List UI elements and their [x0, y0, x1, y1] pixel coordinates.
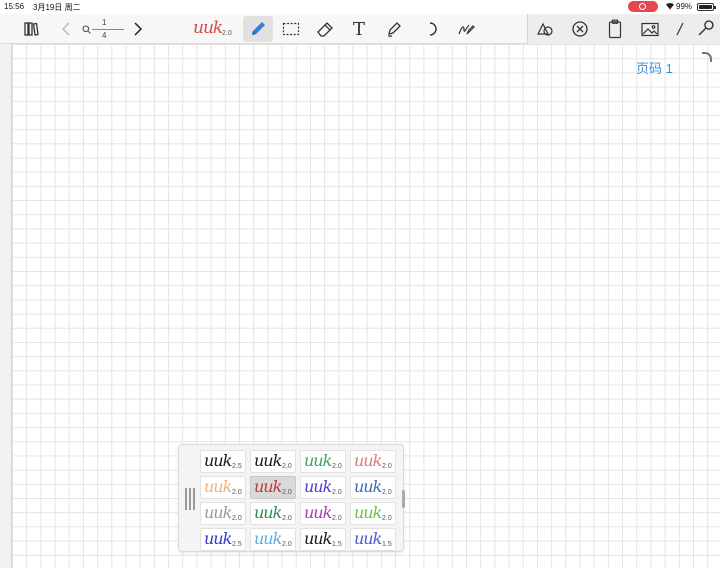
pen-swatch-size: 2.5: [232, 463, 242, 470]
pen-swatch-stroke: uuk: [204, 451, 232, 470]
screen-recording-icon[interactable]: [628, 1, 658, 12]
battery-icon: [697, 3, 716, 11]
undo-icon[interactable]: [424, 16, 442, 42]
status-time: 15:56: [4, 2, 25, 11]
pen-swatch-size: 2.0: [232, 489, 242, 496]
notes-app: 15:56 3月19日 周二 99% 1 4 uuk 2.0 T 页码 1 uu…: [0, 0, 720, 568]
battery-percent: 99%: [676, 2, 693, 11]
pen-swatch[interactable]: uuk 1.5: [300, 528, 346, 551]
status-bar: 15:56 3月19日 周二 99%: [0, 0, 720, 14]
pen-swatch[interactable]: uuk 2.0: [200, 476, 246, 499]
pen-swatch[interactable]: uuk 2.0: [250, 476, 296, 499]
pen-swatch-stroke: uuk: [304, 529, 332, 548]
pen-swatch[interactable]: uuk 2.0: [300, 450, 346, 473]
total-pages: 4: [102, 31, 107, 40]
pen-swatch-stroke: uuk: [254, 451, 282, 470]
image-icon[interactable]: [638, 16, 662, 42]
forward-icon[interactable]: [130, 16, 146, 42]
pen-swatch-stroke: uuk: [354, 451, 382, 470]
pen-swatch-size: 1.5: [382, 541, 392, 548]
pen-swatch-size: 2.0: [282, 541, 292, 548]
pen-swatch[interactable]: uuk 2.0: [350, 476, 396, 499]
status-date: 3月19日 周二: [33, 3, 81, 12]
pen-swatch-size: 2.5: [232, 541, 242, 548]
ruler-icon[interactable]: [673, 16, 687, 42]
text-icon[interactable]: T: [348, 16, 370, 42]
back-icon[interactable]: [58, 16, 74, 42]
pen-swatch-size: 2.0: [382, 463, 392, 470]
pen-palette: uuk 2.5 uuk 2.0 uuk 2.0 uuk 2.0 uuk 2.0 uuk 2.0 uuk 2…: [178, 444, 405, 552]
pen-swatch[interactable]: uuk 2.0: [350, 502, 396, 525]
pen-swatch[interactable]: uuk 2.0: [250, 502, 296, 525]
pen-swatch[interactable]: uuk 2.0: [250, 528, 296, 551]
pen-swatch[interactable]: uuk 1.5: [350, 528, 396, 551]
wifi-icon: [665, 1, 675, 12]
page-indicator[interactable]: 1 4: [82, 17, 128, 41]
pen-swatch-size: 2.0: [382, 515, 392, 522]
pen-swatch-stroke: uuk: [354, 477, 382, 496]
current-page: 1: [102, 18, 107, 27]
pen-swatch[interactable]: uuk 2.0: [300, 502, 346, 525]
pen-swatch-size: 2.0: [282, 515, 292, 522]
clipboard-icon[interactable]: [603, 16, 627, 42]
page-number-label: 页码 1: [636, 61, 673, 76]
eraser-icon[interactable]: [313, 16, 337, 42]
left-rail: [0, 44, 12, 568]
pen-swatch[interactable]: uuk 2.0: [250, 450, 296, 473]
pen-swatch-size: 2.0: [282, 489, 292, 496]
pen-swatch-size: 2.0: [332, 515, 342, 522]
pen-preview-size: 2.0: [222, 30, 232, 37]
pen-swatch-stroke: uuk: [254, 503, 282, 522]
page-divider: [92, 29, 124, 30]
pen-swatch[interactable]: uuk 2.0: [200, 502, 246, 525]
pen-swatch-stroke: uuk: [204, 477, 232, 496]
pen-swatch-size: 2.0: [382, 489, 392, 496]
pen-swatch-size: 2.0: [332, 489, 342, 496]
pen-swatch[interactable]: uuk 2.0: [350, 450, 396, 473]
pen-swatch-stroke: uuk: [354, 503, 382, 522]
signature-icon[interactable]: [454, 16, 478, 42]
lasso-select-icon[interactable]: [279, 16, 303, 42]
highlighter-icon[interactable]: [382, 16, 406, 42]
shape-icon[interactable]: [533, 16, 557, 42]
pen-swatch-size: 2.0: [282, 463, 292, 470]
pen-swatch-size: 2.0: [332, 463, 342, 470]
pen-swatch-stroke: uuk: [304, 451, 332, 470]
palette-drag-handle[interactable]: [183, 488, 197, 510]
pen-swatch-stroke: uuk: [254, 529, 282, 548]
settings-wrench-icon[interactable]: [694, 16, 716, 42]
right-toolbar-group: [527, 14, 720, 44]
cancel-icon[interactable]: [568, 16, 592, 42]
pen-swatch-stroke: uuk: [354, 529, 382, 548]
pen-swatch[interactable]: uuk 2.0: [300, 476, 346, 499]
pen-preview-stroke: uuk: [193, 18, 223, 38]
pen-swatch-size: 2.0: [232, 515, 242, 522]
toolbar: 1 4 uuk 2.0 T: [0, 14, 720, 44]
pen-swatch-stroke: uuk: [304, 503, 332, 522]
palette-resize-handle[interactable]: [402, 490, 405, 508]
current-pen-preview[interactable]: uuk 2.0: [193, 18, 235, 40]
pen-swatch-stroke: uuk: [304, 477, 332, 496]
pen-swatch-size: 1.5: [332, 541, 342, 548]
library-icon[interactable]: [20, 16, 42, 42]
pen-swatch[interactable]: uuk 2.5: [200, 450, 246, 473]
pen-swatch[interactable]: uuk 2.5: [200, 528, 246, 551]
pen-swatch-stroke: uuk: [204, 529, 232, 548]
pen-swatch-stroke: uuk: [204, 503, 232, 522]
pen-icon[interactable]: [243, 16, 273, 42]
pen-swatch-stroke: uuk: [254, 477, 282, 496]
